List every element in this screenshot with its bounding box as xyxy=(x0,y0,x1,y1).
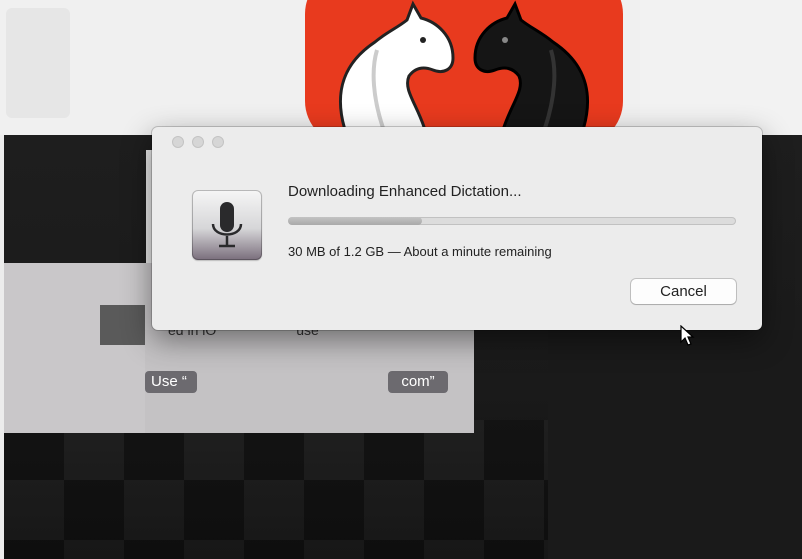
cancel-button[interactable]: Cancel xyxy=(631,279,736,304)
close-window-button[interactable] xyxy=(172,136,184,148)
download-progress-bar xyxy=(288,217,736,225)
download-title: Downloading Enhanced Dictation... xyxy=(288,183,522,200)
zoom-window-button[interactable] xyxy=(212,136,224,148)
chess-knights-icon xyxy=(305,0,623,145)
background-right-panel xyxy=(548,330,802,559)
dialog-titlebar xyxy=(152,127,762,157)
minimize-window-button[interactable] xyxy=(192,136,204,148)
download-status: 30 MB of 1.2 GB — About a minute remaini… xyxy=(288,244,552,259)
mouse-pointer-icon xyxy=(680,324,696,352)
download-dialog: Downloading Enhanced Dictation... 30 MB … xyxy=(152,127,762,330)
download-progress-fill xyxy=(288,217,423,225)
background-right-fragment xyxy=(640,0,802,135)
microphone-icon xyxy=(192,190,262,260)
background-use-button: Use “ xyxy=(145,371,197,393)
background-window-fragment xyxy=(6,8,70,118)
background-dialog-block xyxy=(100,305,145,345)
background-com-button: com” xyxy=(388,371,448,393)
